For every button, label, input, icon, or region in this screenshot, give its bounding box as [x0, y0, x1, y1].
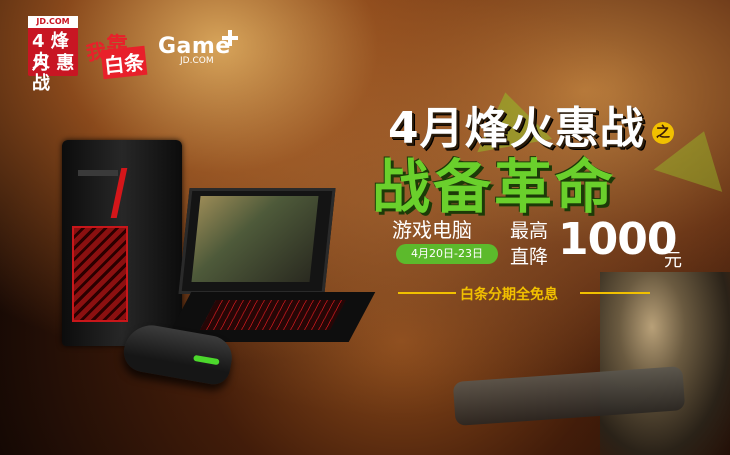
currency-unit: 元: [664, 250, 682, 271]
product-category: 游戏电脑: [392, 218, 472, 242]
gaming-pc-tower-image: [62, 140, 182, 346]
baitiao-logo[interactable]: 我 靠 白条: [85, 28, 148, 80]
game-logo-subtext: JD.COM: [180, 56, 214, 66]
jd-logo-text: JD.COM: [36, 17, 70, 26]
divider-left: [398, 292, 456, 294]
jd-logo-line2: 月 惠战: [32, 53, 75, 94]
jd-april-sale-logo[interactable]: JD.COM 4 烽火 月 惠战: [28, 16, 78, 94]
gaming-laptop-screen: [191, 196, 319, 282]
date-range-badge: 4月20日-23日: [396, 244, 498, 264]
mouse-green-light: [193, 354, 220, 366]
interest-free-text: 白条分期全免息: [460, 287, 558, 303]
baitiao-logo-char3: 白条: [100, 45, 148, 80]
discount-amount: 1000: [558, 214, 677, 265]
drive-bay: [78, 170, 118, 176]
plus-icon: [222, 30, 238, 46]
promo-banner[interactable]: JD.COM 4 烽火 月 惠战 我 靠 白条 Game JD.COM 4月烽火…: [0, 0, 730, 455]
game-jd-logo[interactable]: Game JD.COM: [158, 30, 242, 70]
divider-right: [580, 292, 650, 294]
armored-soldier-art: [600, 272, 730, 455]
laptop-keyboard: [200, 300, 346, 330]
headline-suffix-badge: 之: [652, 122, 674, 144]
max-discount-label-2: 直降: [510, 246, 549, 268]
front-mesh-panel: [72, 226, 128, 322]
subheadline: 战备革命: [372, 153, 617, 221]
max-discount-label-1: 最高: [510, 220, 549, 242]
